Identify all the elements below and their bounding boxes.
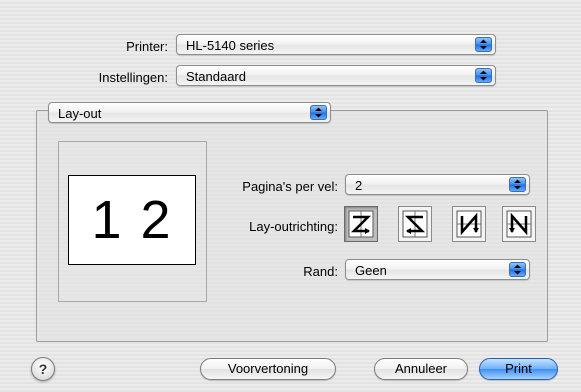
pages-per-sheet-select[interactable]: 2 bbox=[345, 174, 530, 195]
chevron-up-down-icon bbox=[509, 262, 526, 277]
help-button[interactable]: ? bbox=[31, 357, 55, 381]
printer-value: HL-5140 series bbox=[186, 38, 275, 53]
border-value: Geen bbox=[355, 263, 387, 278]
chevron-up-down-icon bbox=[475, 37, 492, 52]
border-select[interactable]: Geen bbox=[345, 259, 530, 280]
preview-button[interactable]: Voorvertoning bbox=[200, 358, 336, 380]
chevron-up-down-icon bbox=[310, 105, 327, 120]
panel-value: Lay-out bbox=[58, 106, 102, 121]
pages-per-sheet-value: 2 bbox=[355, 178, 363, 193]
cancel-button[interactable]: Annuleer bbox=[374, 358, 468, 380]
n-direction-icon[interactable] bbox=[452, 206, 486, 242]
layout-direction-label: Lay-outrichting: bbox=[249, 219, 338, 234]
border-label: Rand: bbox=[303, 264, 338, 279]
panel-select[interactable]: Lay-out bbox=[48, 102, 331, 123]
print-button[interactable]: Print bbox=[479, 358, 558, 380]
layout-preview-page: 1 2 bbox=[68, 175, 196, 265]
pages-per-sheet-label: Pagina's per vel: bbox=[242, 179, 338, 194]
settings-select[interactable]: Standaard bbox=[176, 65, 496, 86]
z-direction-icon[interactable] bbox=[344, 206, 378, 242]
printer-label: Printer: bbox=[126, 39, 168, 54]
chevron-up-down-icon bbox=[475, 68, 492, 83]
reverse-z-direction-icon[interactable] bbox=[398, 206, 432, 242]
chevron-up-down-icon bbox=[509, 177, 526, 192]
printer-select[interactable]: HL-5140 series bbox=[176, 34, 496, 55]
settings-value: Standaard bbox=[186, 69, 246, 84]
settings-label: Instellingen: bbox=[98, 70, 168, 85]
reverse-n-direction-icon[interactable] bbox=[502, 206, 536, 242]
